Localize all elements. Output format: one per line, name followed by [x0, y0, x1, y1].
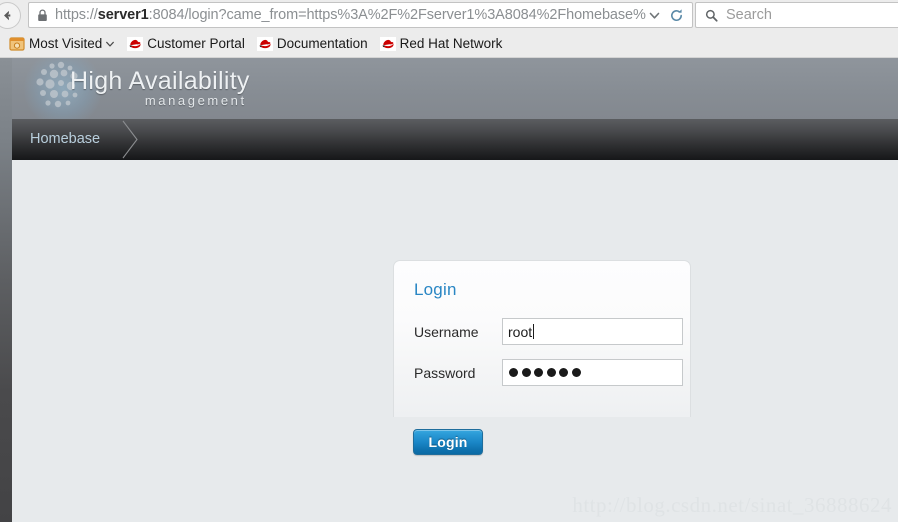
password-input[interactable] [502, 359, 683, 386]
url-text: https://server1:8084/login?came_from=htt… [55, 5, 646, 25]
url-scheme: https:// [55, 7, 98, 23]
url-path: :8084/login?came_from=https%3A%2F%2Fserv… [148, 7, 646, 23]
red-hat-icon [127, 36, 144, 52]
login-button-label: Login [428, 434, 468, 450]
chevron-down-icon[interactable] [105, 39, 115, 49]
red-hat-icon [256, 36, 273, 52]
padlock-icon [37, 8, 48, 22]
url-host: server1 [97, 7, 149, 23]
breadcrumb-homebase[interactable]: Homebase [12, 119, 126, 160]
username-row: Username root [394, 318, 690, 345]
brand: High Availability management [70, 67, 250, 108]
page-body: High Availability management Homebase Lo… [12, 58, 898, 522]
username-value: root [508, 323, 533, 340]
app-masthead: High Availability management [12, 58, 898, 119]
bookmark-most-visited[interactable]: Most Visited [4, 32, 120, 56]
login-panel-title: Login [414, 280, 457, 299]
bookmark-red-hat-network[interactable]: Red Hat Network [375, 32, 508, 56]
red-hat-icon [379, 36, 396, 52]
text-caret [533, 324, 535, 339]
bookmark-label: Customer Portal [147, 36, 245, 51]
bookmarks-bar: Most Visited Customer Portal Documentati… [0, 30, 898, 58]
brand-subtitle: management [144, 93, 247, 108]
login-submit-button[interactable]: Login [413, 429, 483, 455]
username-input[interactable]: root [502, 318, 683, 345]
bookmark-label: Documentation [276, 36, 368, 51]
login-panel: Login Username root Password [393, 260, 691, 417]
bookmark-label: Red Hat Network [399, 36, 503, 51]
chevron-down-icon[interactable] [646, 9, 667, 22]
reload-icon[interactable] [667, 8, 692, 23]
most-visited-icon [9, 36, 25, 52]
bookmark-customer-portal[interactable]: Customer Portal [122, 32, 250, 56]
bookmark-label: Most Visited [29, 36, 103, 51]
breadcrumb-bar: Homebase [12, 119, 898, 160]
watermark-text: http://blog.csdn.net/sinat_36888624 [572, 493, 892, 517]
chevron-right-icon [117, 119, 147, 160]
url-bar[interactable]: https://server1:8084/login?came_from=htt… [28, 2, 693, 28]
password-masked-value [509, 368, 581, 377]
bookmark-documentation[interactable]: Documentation [252, 32, 373, 56]
back-arrow-icon [0, 8, 15, 23]
username-label: Username [414, 323, 479, 340]
search-input[interactable]: Search [726, 5, 772, 25]
password-row: Password [394, 359, 690, 386]
brand-title: High Availability [70, 67, 250, 95]
browser-chrome: https://server1:8084/login?came_from=htt… [0, 0, 898, 58]
left-edge-strip [0, 58, 12, 522]
back-button[interactable] [0, 0, 24, 30]
breadcrumb-label: Homebase [30, 131, 101, 147]
password-label: Password [414, 364, 476, 381]
web-page: High Availability management Homebase Lo… [0, 58, 898, 522]
page-content: Login Username root Password Login http:… [12, 160, 898, 522]
search-bar[interactable]: Search [695, 2, 898, 28]
search-icon [705, 9, 718, 22]
navigation-toolbar: https://server1:8084/login?came_from=htt… [0, 0, 898, 30]
